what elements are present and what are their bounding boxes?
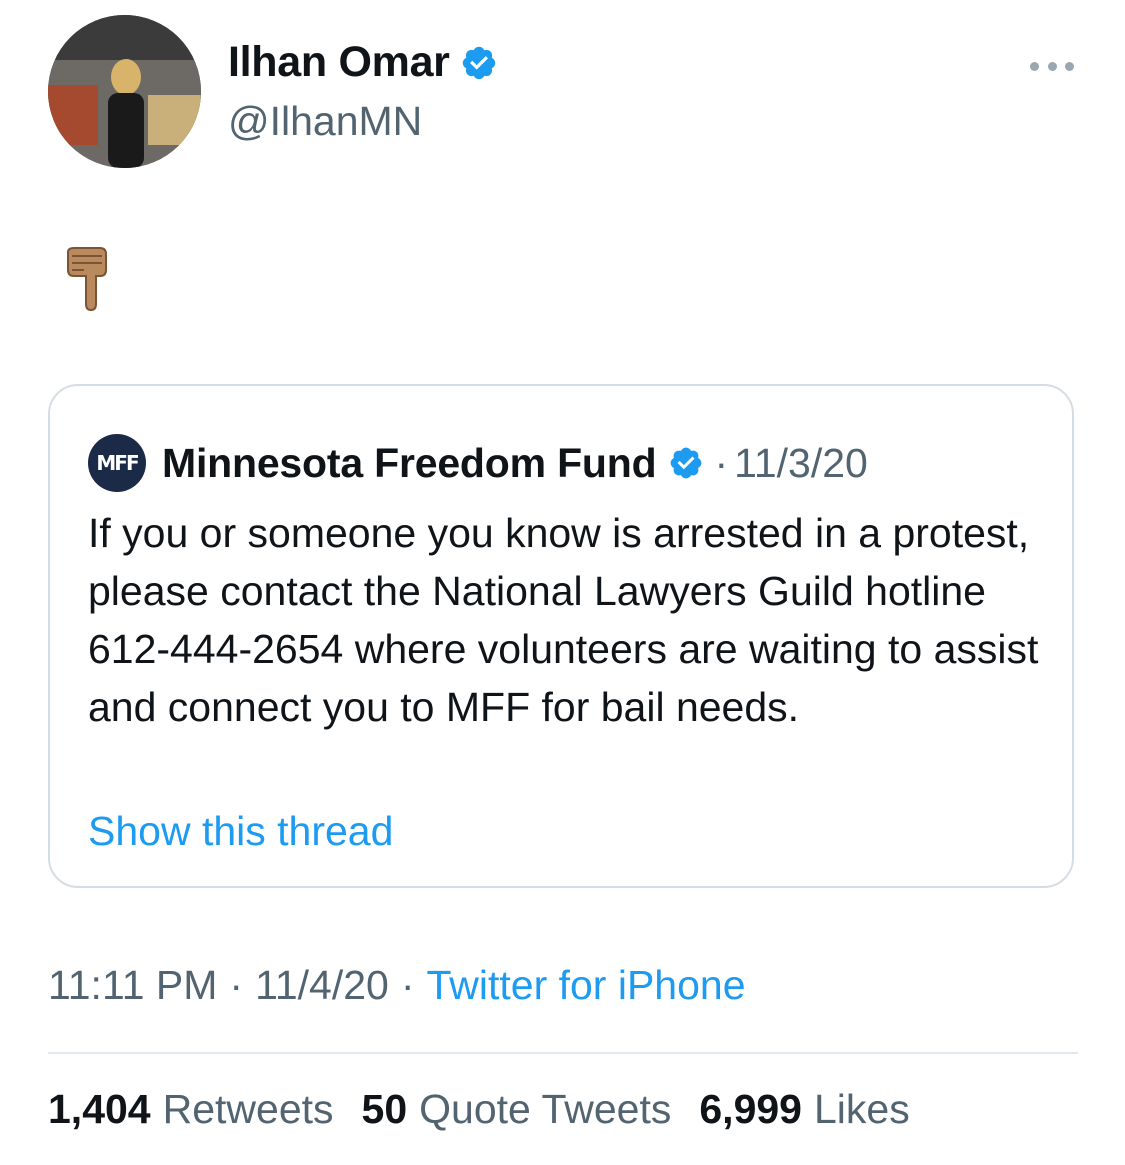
quote-tweets-stat[interactable]: 50 Quote Tweets: [362, 1086, 672, 1133]
engagement-stats: 1,404 Retweets 50 Quote Tweets 6,999 Likes: [48, 1086, 938, 1133]
author-name[interactable]: Ilhan Omar: [228, 38, 498, 87]
avatar-photo: [48, 15, 201, 168]
verified-badge-icon: [462, 46, 495, 79]
tweet-metadata: 11:11 PM · 11/4/20 · Twitter for iPhone: [48, 962, 746, 1009]
quote-tweets-label: Quote Tweets: [419, 1086, 672, 1132]
quoted-tweet-text: If you or someone you know is arrested i…: [88, 510, 1039, 730]
tweet-date[interactable]: 11/4/20: [255, 962, 389, 1009]
retweets-stat[interactable]: 1,404 Retweets: [48, 1086, 334, 1133]
retweets-label: Retweets: [162, 1086, 334, 1132]
author-avatar[interactable]: [48, 15, 201, 168]
pointing-down-emoji-icon: [62, 246, 122, 316]
show-thread-link[interactable]: Show this thread: [88, 808, 393, 855]
meta-separator: ·: [400, 962, 415, 1008]
quoted-tweet-header: MFF Minnesota Freedom Fund · 11/3/20: [88, 434, 868, 492]
quoted-separator: ·: [714, 439, 729, 486]
likes-stat[interactable]: 6,999 Likes: [699, 1086, 909, 1133]
tweet-source-link[interactable]: Twitter for iPhone: [426, 962, 745, 1009]
divider: [48, 1052, 1078, 1054]
author-name-text[interactable]: Ilhan Omar: [228, 38, 450, 87]
meta-separator: ·: [229, 962, 244, 1008]
mff-logo-avatar[interactable]: MFF: [88, 434, 146, 492]
more-options-icon[interactable]: [1030, 58, 1074, 74]
retweets-count: 1,404: [48, 1086, 151, 1132]
quoted-tweet-card[interactable]: MFF Minnesota Freedom Fund · 11/3/20 If …: [48, 384, 1074, 888]
likes-count: 6,999: [699, 1086, 802, 1132]
quoted-date[interactable]: 11/3/20: [734, 440, 868, 487]
quote-tweets-count: 50: [361, 1086, 408, 1132]
likes-label: Likes: [813, 1086, 910, 1132]
author-handle[interactable]: @IlhanMN: [228, 98, 422, 145]
quoted-author-name[interactable]: Minnesota Freedom Fund: [162, 440, 657, 487]
verified-badge-icon: [671, 447, 702, 479]
tweet-time[interactable]: 11:11 PM: [48, 962, 217, 1009]
